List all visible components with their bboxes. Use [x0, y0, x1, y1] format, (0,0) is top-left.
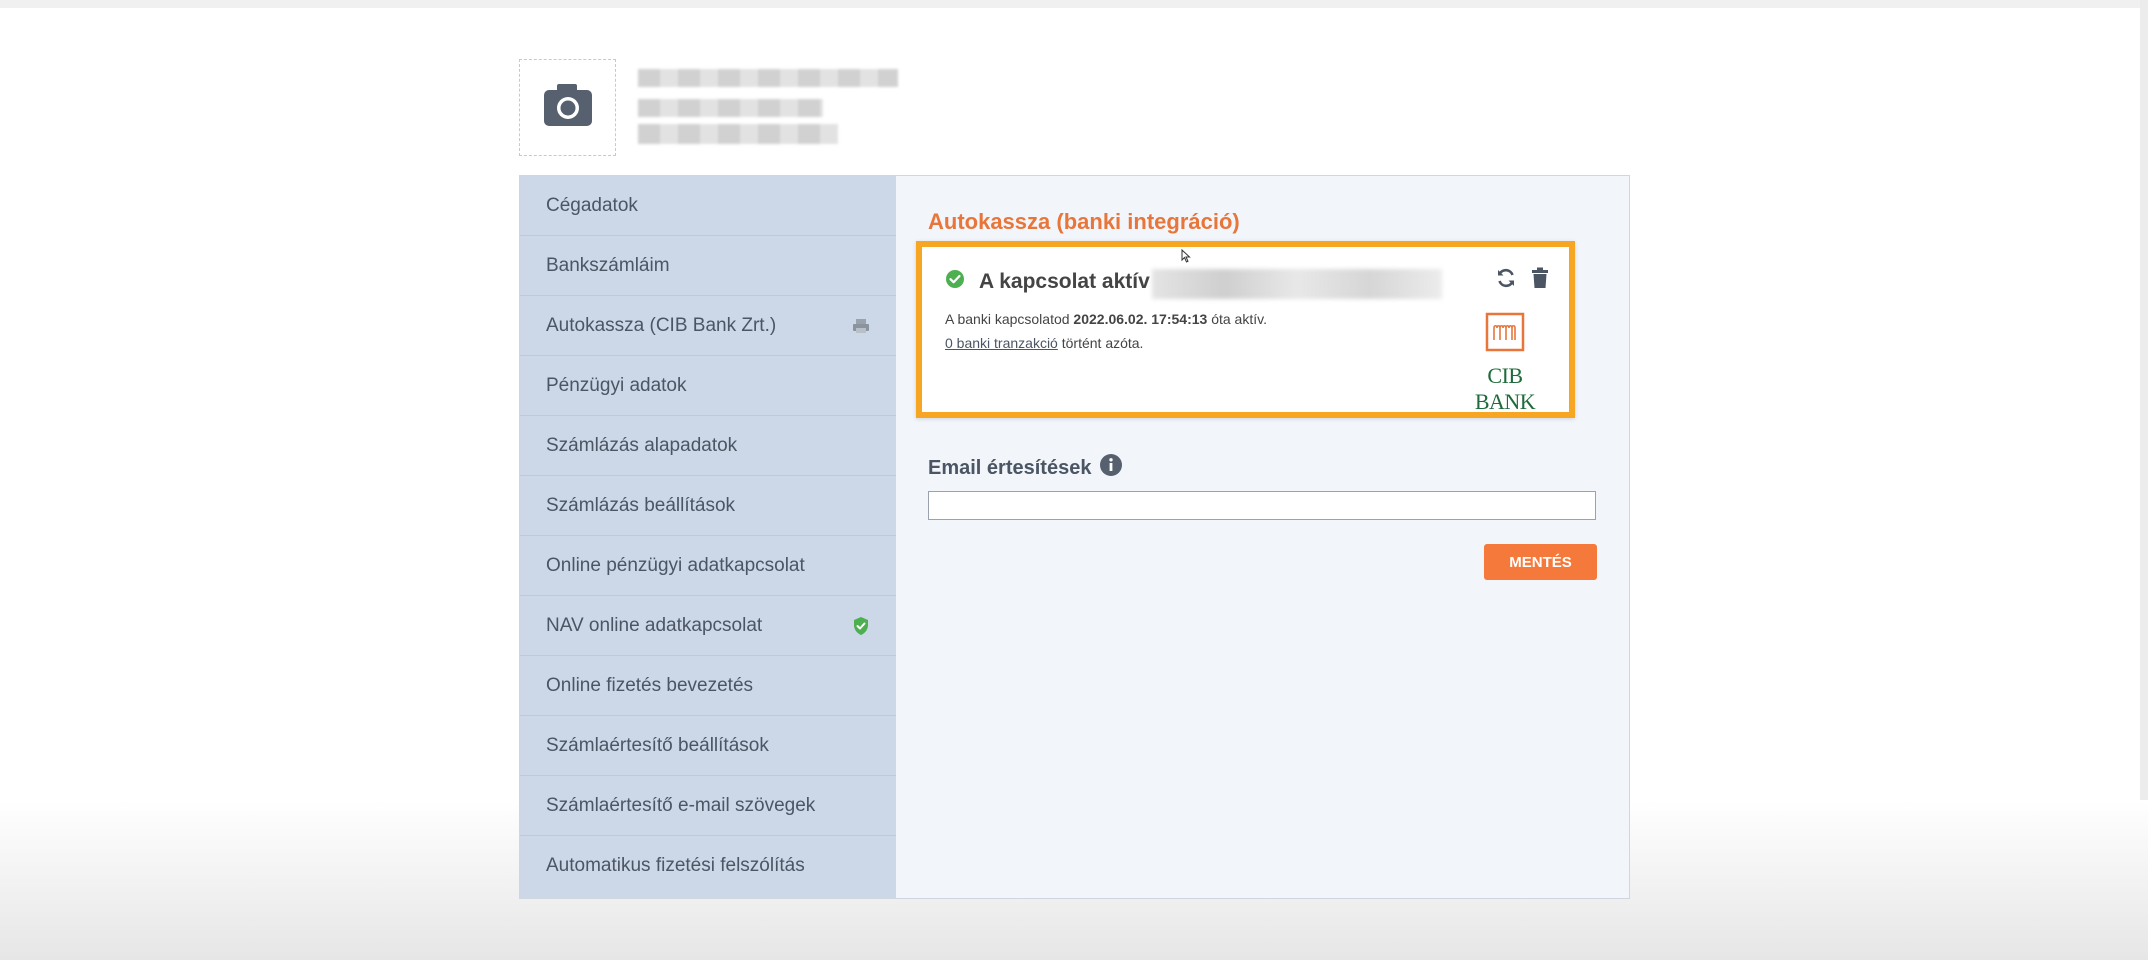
sidebar-item-online-payment[interactable]: Online fizetés bevezetés: [520, 656, 896, 716]
connection-status: A kapcsolat aktív: [945, 269, 1150, 294]
sidebar-item-autokassza[interactable]: Autokassza (CIB Bank Zrt.): [520, 296, 896, 356]
sidebar-item-online-financial-link[interactable]: Online pénzügyi adatkapcsolat: [520, 536, 896, 596]
transaction-count-text: 0 banki tranzakció történt azóta.: [945, 335, 1144, 351]
camera-icon: [542, 82, 594, 133]
sidebar-item-auto-payment-reminder[interactable]: Automatikus fizetési felszólítás: [520, 836, 896, 896]
bank-connection-card: A kapcsolat aktív A banki kapcsolatod 20…: [916, 241, 1575, 418]
account-number-redacted: [1152, 269, 1442, 299]
connection-status-text: A kapcsolat aktív: [979, 269, 1150, 293]
trash-icon[interactable]: [1531, 267, 1549, 289]
save-button[interactable]: MENTÉS: [1484, 544, 1597, 580]
cib-emblem-icon: [1485, 312, 1525, 352]
shield-check-icon: [852, 616, 870, 636]
check-circle-icon: [945, 269, 965, 294]
section-title: Autokassza (banki integráció): [928, 209, 1240, 234]
top-strip: [0, 0, 2148, 8]
connection-actions: [1495, 267, 1549, 289]
sidebar-item-notification-email-texts[interactable]: Számlaértesítő e-mail szövegek: [520, 776, 896, 836]
email-notifications-label: Email értesítések: [928, 453, 1123, 483]
bank-transactions-link[interactable]: 0 banki tranzakció: [945, 335, 1058, 351]
sidebar-item-financial-data[interactable]: Pénzügyi adatok: [520, 356, 896, 416]
refresh-icon[interactable]: [1495, 267, 1517, 289]
cib-bank-logo: CIB BANK: [1455, 312, 1555, 415]
sidebar-item-bank-accounts[interactable]: Bankszámláim: [520, 236, 896, 296]
company-address-redacted: [638, 99, 823, 117]
mouse-cursor-icon: [1181, 248, 1191, 268]
info-icon[interactable]: [1099, 453, 1123, 483]
sidebar-item-company-data[interactable]: Cégadatok: [520, 176, 896, 236]
connection-since-date: 2022.06.02. 17:54:13: [1073, 311, 1208, 327]
company-name-redacted: [638, 69, 898, 87]
cib-bank-logo-text: CIB BANK: [1474, 363, 1536, 414]
sidebar-item-invoicing-settings[interactable]: Számlázás beállítások: [520, 476, 896, 536]
sidebar-item-nav-online[interactable]: NAV online adatkapcsolat: [520, 596, 896, 656]
settings-panel: Cégadatok Bankszámláim Autokassza (CIB B…: [519, 175, 1630, 899]
email-notifications-input[interactable]: [928, 491, 1596, 520]
settings-sidebar: Cégadatok Bankszámláim Autokassza (CIB B…: [520, 176, 896, 898]
sidebar-item-invoicing-basics[interactable]: Számlázás alapadatok: [520, 416, 896, 476]
autokassza-content: Autokassza (banki integráció) A kapcsola…: [896, 176, 1629, 898]
company-taxid-redacted: [638, 124, 838, 144]
connection-since-text: A banki kapcsolatod 2022.06.02. 17:54:13…: [945, 311, 1267, 327]
company-photo-upload[interactable]: [519, 59, 616, 156]
printer-icon: [852, 318, 870, 334]
sidebar-item-notification-settings[interactable]: Számlaértesítő beállítások: [520, 716, 896, 776]
